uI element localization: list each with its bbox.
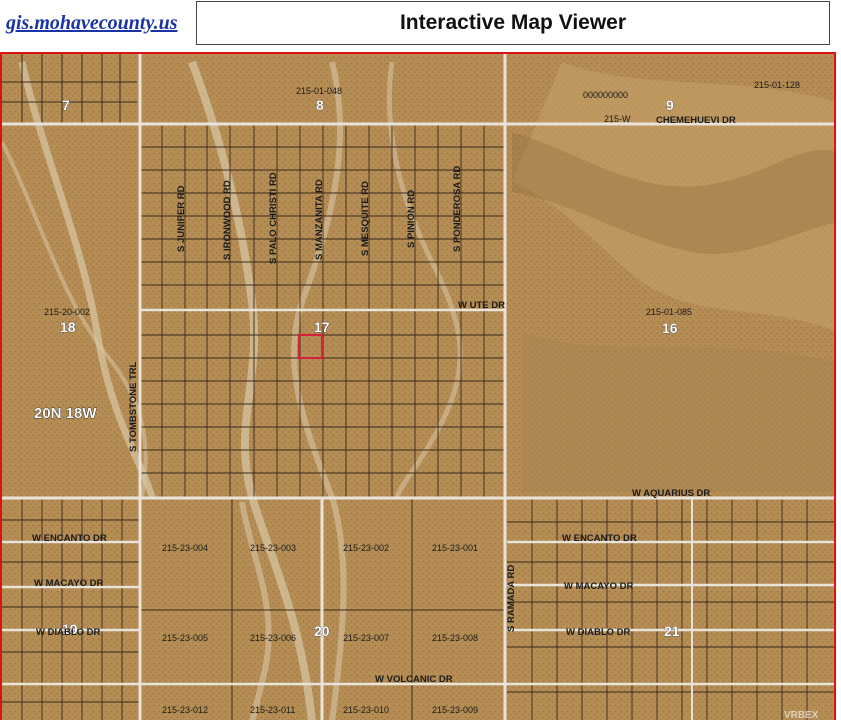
map-canvas[interactable]: 7 8 9 18 17 16 19 20 21 20N 18W 215-01-0… bbox=[2, 54, 836, 720]
township-label: 20N 18W bbox=[34, 405, 97, 422]
road-label-encanto-right: W ENCANTO DR bbox=[562, 533, 637, 544]
parcel-label: 215-23-001 bbox=[432, 543, 478, 553]
road-label-diablo-right: W DIABLO DR bbox=[566, 627, 631, 638]
road-label-ramada: S RAMADA RD bbox=[506, 565, 517, 632]
section-16-label: 16 bbox=[662, 320, 678, 336]
parcel-label: 215-01-085 bbox=[646, 307, 692, 317]
parcel-label: 215-23-012 bbox=[162, 705, 208, 715]
road-label-chemehuevi: CHEMEHUEVI DR bbox=[656, 115, 736, 126]
parcel-label: 215-23-011 bbox=[250, 705, 295, 715]
parcel-label: 215-23-005 bbox=[162, 633, 208, 643]
parcel-label: 215-23-002 bbox=[343, 543, 389, 553]
title-bar: Interactive Map Viewer bbox=[196, 1, 830, 45]
parcel-label: 215-23-009 bbox=[432, 705, 478, 715]
parcel-label: 215-W bbox=[604, 114, 631, 124]
road-label-volcanic: W VOLCANIC DR bbox=[375, 674, 453, 685]
road-label-macayo-left: W MACAYO DR bbox=[34, 578, 103, 589]
road-label-macayo-right: W MACAYO DR bbox=[564, 581, 633, 592]
road-label-palo-christi: S PALO CHRISTI RD bbox=[268, 172, 279, 264]
watermark: VRBEX bbox=[784, 710, 819, 720]
section-20-label: 20 bbox=[314, 623, 330, 639]
section-21-label: 21 bbox=[664, 623, 680, 639]
road-label-ute: W UTE DR bbox=[458, 300, 505, 311]
section-17-label: 17 bbox=[314, 319, 330, 335]
road-label-encanto-left: W ENCANTO DR bbox=[32, 533, 107, 544]
road-label-diablo-left: W DIABLO DR bbox=[36, 627, 101, 638]
road-label-ironwood: S IRONWOOD RD bbox=[222, 180, 233, 260]
parcel-label: 215-23-004 bbox=[162, 543, 208, 553]
parcel-label: 000000000 bbox=[583, 90, 628, 100]
parcel-label: 215-01-048 bbox=[296, 86, 342, 96]
section-8-label: 8 bbox=[316, 97, 324, 113]
parcel-label: 215-01-128 bbox=[754, 80, 800, 90]
road-label-mesquite: S MESQUITE RD bbox=[360, 181, 371, 256]
road-label-juniper: S JUNIPER RD bbox=[176, 185, 187, 252]
road-label-ponderosa: S PONDEROSA RD bbox=[452, 166, 463, 252]
section-7-label: 7 bbox=[62, 97, 70, 113]
terrain-ridge-se bbox=[522, 332, 834, 492]
road-label-tombstone: S TOMBSTONE TRL bbox=[128, 361, 139, 452]
road-label-pinion: S PINION RD bbox=[406, 190, 417, 248]
page-title: Interactive Map Viewer bbox=[399, 11, 627, 34]
road-label-aquarius: W AQUARIUS DR bbox=[632, 488, 710, 499]
section-9-label: 9 bbox=[666, 97, 674, 113]
parcel-label: 215-23-010 bbox=[343, 705, 389, 715]
parcel-label: 215-23-007 bbox=[343, 633, 389, 643]
parcel-label: 215-23-003 bbox=[250, 543, 296, 553]
parcel-label: 215-23-006 bbox=[250, 633, 296, 643]
map-view[interactable]: 7 8 9 18 17 16 19 20 21 20N 18W 215-01-0… bbox=[0, 52, 836, 720]
site-link[interactable]: gis.mohavecounty.us bbox=[6, 12, 178, 35]
parcel-label: 215-23-008 bbox=[432, 633, 478, 643]
road-label-manzanita: S MANZANITA RD bbox=[314, 179, 325, 260]
section-18-label: 18 bbox=[60, 319, 76, 335]
parcel-label: 215-20-002 bbox=[44, 307, 90, 317]
